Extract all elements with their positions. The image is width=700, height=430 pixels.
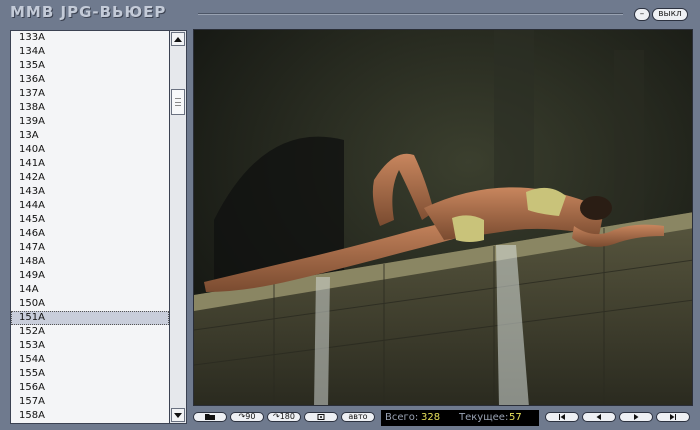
file-list-item[interactable]: 149A — [11, 269, 169, 283]
file-list-item[interactable]: 142A — [11, 171, 169, 185]
image-viewer — [193, 29, 693, 406]
file-list-item[interactable]: 136A — [11, 73, 169, 87]
file-list-item[interactable]: 14A — [11, 283, 169, 297]
last-image-button[interactable] — [656, 412, 690, 422]
file-list-item[interactable]: 158A — [11, 409, 169, 423]
exit-button[interactable]: выкл — [652, 8, 688, 21]
file-list-item[interactable]: 134A — [11, 45, 169, 59]
skip-to-end-icon — [670, 414, 676, 420]
previous-image-button[interactable] — [582, 412, 616, 422]
file-list-item[interactable]: 151A — [11, 311, 169, 325]
total-value: 328 — [421, 412, 441, 423]
file-list-item[interactable]: 138A — [11, 101, 169, 115]
arrow-down-icon — [174, 412, 182, 418]
file-list-item[interactable]: 135A — [11, 59, 169, 73]
file-list-item[interactable]: 147A — [11, 241, 169, 255]
file-list-item[interactable]: 143A — [11, 185, 169, 199]
file-list-item[interactable]: 155A — [11, 367, 169, 381]
minimize-button[interactable]: – — [634, 8, 650, 21]
scroll-down-button[interactable] — [171, 408, 185, 422]
file-list-item[interactable]: 153A — [11, 339, 169, 353]
file-list-item[interactable]: 139A — [11, 115, 169, 129]
previous-icon — [596, 414, 601, 420]
current-value: 57 — [509, 412, 522, 423]
next-icon — [634, 414, 639, 420]
scroll-thumb[interactable] — [171, 89, 185, 115]
file-list-item[interactable]: 154A — [11, 353, 169, 367]
open-folder-button[interactable] — [193, 412, 227, 422]
file-list-item[interactable]: 152A — [11, 325, 169, 339]
fit-screen-icon — [317, 414, 325, 420]
file-list-item[interactable]: 141A — [11, 157, 169, 171]
skip-to-start-icon — [559, 414, 565, 420]
first-image-button[interactable] — [545, 412, 579, 422]
file-list[interactable]: 133A 134A 135A 136A 137A 138A 139A 13A 140A 141A 1… — [10, 30, 170, 424]
auto-slideshow-button[interactable]: авто — [341, 412, 375, 422]
photo — [194, 30, 692, 405]
bottom-toolbar: ↷90 ↷180 авто Всего: 328 Текущее: 57 — [193, 410, 693, 426]
folder-icon — [205, 414, 215, 420]
rotate-180-button[interactable]: ↷180 — [267, 412, 301, 422]
grip-icon — [175, 98, 181, 106]
file-list-item[interactable]: 146A — [11, 227, 169, 241]
file-list-item[interactable]: 150A — [11, 297, 169, 311]
current-label: Текущее: — [459, 412, 509, 423]
counter-panel: Всего: 328 Текущее: 57 — [381, 410, 539, 426]
total-label: Всего: — [385, 412, 419, 423]
arrow-up-icon — [174, 36, 182, 42]
file-list-item[interactable]: 148A — [11, 255, 169, 269]
file-list-item[interactable]: 144A — [11, 199, 169, 213]
title-bar: MMB JPG-ВЬЮЕР – выкл — [0, 0, 700, 28]
file-list-scrollbar[interactable] — [170, 30, 187, 424]
next-image-button[interactable] — [619, 412, 653, 422]
file-list-item[interactable]: 157A — [11, 395, 169, 409]
app-title: MMB JPG-ВЬЮЕР — [10, 3, 167, 21]
file-list-item[interactable]: 13A — [11, 129, 169, 143]
file-list-item[interactable]: 140A — [11, 143, 169, 157]
file-list-item[interactable]: 156A — [11, 381, 169, 395]
title-divider — [198, 13, 623, 15]
file-list-item[interactable]: 137A — [11, 87, 169, 101]
file-list-item[interactable]: 145A — [11, 213, 169, 227]
fit-to-window-button[interactable] — [304, 412, 338, 422]
scroll-up-button[interactable] — [171, 32, 185, 46]
rotate-90-button[interactable]: ↷90 — [230, 412, 264, 422]
file-list-item[interactable]: 133A — [11, 31, 169, 45]
